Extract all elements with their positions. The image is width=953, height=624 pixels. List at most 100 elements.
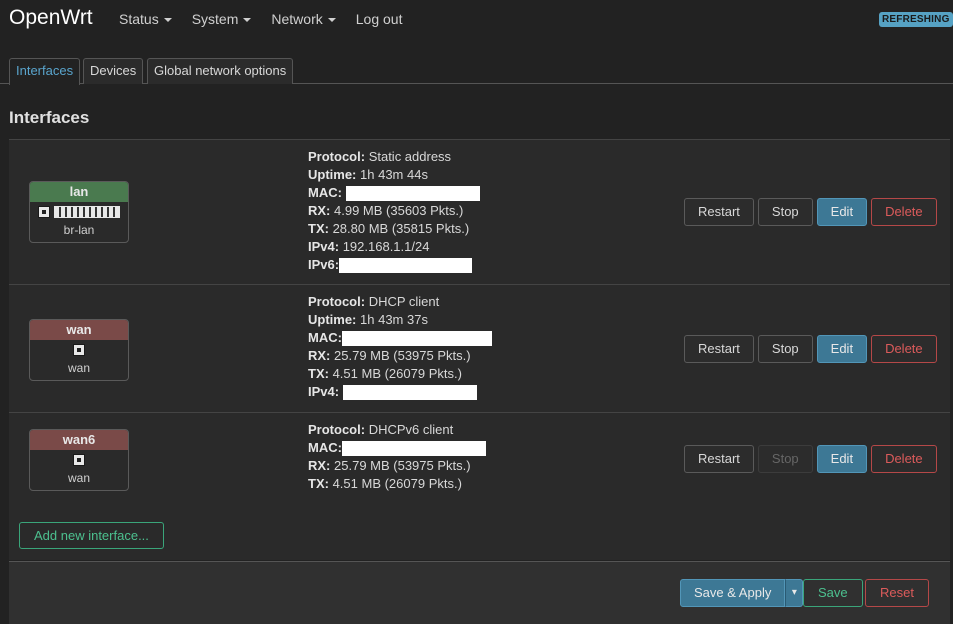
protocol-value: DHCP client (368, 294, 440, 309)
mac-label: MAC: (308, 185, 342, 200)
stop-button: Stop (757, 445, 813, 473)
nav-logout-label: Log out (355, 11, 403, 27)
rx-label: RX: (308, 458, 331, 473)
interface-info-wan: Protocol: DHCP client Uptime: 1h 43m 37s… (308, 293, 492, 401)
rx-label: RX: (308, 348, 331, 363)
delete-button[interactable]: Delete (871, 335, 937, 363)
edit-button[interactable]: Edit (816, 335, 868, 363)
rx-value: 25.79 MB (53975 Pkts.) (334, 458, 471, 473)
mac-redacted (345, 186, 480, 202)
interface-row-wan6: wan6 wan Protocol: DHCPv6 client MAC: RX… (9, 414, 950, 513)
save-apply-group: Save & Apply ▾ (680, 579, 804, 607)
tx-value: 28.80 MB (35815 Pkts.) (332, 221, 470, 236)
tab-devices[interactable]: Devices (83, 58, 144, 84)
interface-badge-body: wan (30, 340, 128, 375)
reset-button[interactable]: Reset (865, 579, 929, 607)
protocol-label: Protocol: (308, 149, 366, 164)
nav-logout[interactable]: Log out (356, 11, 403, 27)
uptime-value: 1h 43m 44s (360, 167, 428, 182)
ipv4-label: IPv4: (308, 239, 340, 254)
rx-label: RX: (308, 203, 331, 218)
interface-badge-body: wan (30, 450, 128, 485)
interfaces-table: lan br-lan Protocol: Static address Upti… (9, 139, 950, 560)
edit-button[interactable]: Edit (816, 445, 868, 473)
interface-icons (30, 454, 128, 469)
nav-system[interactable]: System (192, 11, 252, 27)
caret-down-icon (163, 18, 172, 22)
interface-device: br-lan (63, 223, 95, 237)
bridge-icon (54, 206, 120, 218)
tx-value: 4.51 MB (26079 Pkts.) (332, 476, 462, 491)
mac-redacted (341, 331, 492, 347)
restart-button[interactable]: Restart (684, 335, 754, 363)
mac-label: MAC: (308, 330, 342, 345)
nav-network-label: Network (271, 11, 323, 27)
tx-label: TX: (308, 476, 329, 491)
interface-name: wan6 (30, 430, 128, 450)
nav-network[interactable]: Network (271, 11, 336, 27)
nav-status-label: Status (119, 11, 159, 27)
protocol-value: DHCPv6 client (368, 422, 454, 437)
nav-system-label: System (191, 11, 239, 27)
tx-label: TX: (308, 221, 329, 236)
edit-button[interactable]: Edit (816, 198, 868, 226)
ethernet-port-icon (38, 206, 50, 218)
uptime-label: Uptime: (308, 312, 357, 327)
top-navbar: OpenWrt Status System Network Log out RE… (0, 0, 953, 40)
save-button[interactable]: Save (803, 579, 863, 607)
interface-actions-wan: Restart Stop Edit Delete (684, 335, 941, 363)
interface-badge-lan: lan br-lan (29, 181, 129, 243)
section-title: Interfaces (9, 108, 90, 127)
ipv6-redacted (339, 258, 473, 274)
refreshing-badge[interactable]: REFRESHING (879, 12, 953, 27)
stop-button[interactable]: Stop (757, 198, 813, 226)
interface-info-lan: Protocol: Static address Uptime: 1h 43m … (308, 148, 480, 274)
ethernet-port-icon (73, 454, 85, 466)
tab-bar: Interfaces Devices Global network option… (0, 58, 953, 85)
brand-logo[interactable]: OpenWrt (9, 6, 93, 30)
delete-button[interactable]: Delete (871, 198, 937, 226)
uptime-label: Uptime: (308, 167, 357, 182)
interface-info-wan6: Protocol: DHCPv6 client MAC: RX: 25.79 M… (308, 421, 486, 493)
interface-device: wan (67, 361, 90, 375)
delete-button[interactable]: Delete (871, 445, 937, 473)
interface-device: wan (67, 471, 90, 485)
ethernet-port-icon (73, 344, 85, 356)
ipv4-label: IPv4: (308, 384, 340, 399)
rx-value: 4.99 MB (35603 Pkts.) (334, 203, 464, 218)
caret-down-icon (327, 18, 336, 22)
tab-interfaces[interactable]: Interfaces (9, 58, 81, 85)
restart-button[interactable]: Restart (684, 445, 754, 473)
interface-badge-body: br-lan (30, 202, 128, 237)
interface-row-lan: lan br-lan Protocol: Static address Upti… (9, 140, 950, 285)
save-apply-button[interactable]: Save & Apply (680, 579, 786, 607)
caret-down-icon (243, 18, 252, 22)
mac-label: MAC: (308, 440, 342, 455)
save-apply-dropdown-button[interactable]: ▾ (785, 579, 804, 607)
protocol-label: Protocol: (308, 422, 366, 437)
interface-badge-wan6: wan6 wan (29, 429, 129, 491)
tab-global-network-options[interactable]: Global network options (147, 58, 294, 84)
interface-row-wan: wan wan Protocol: DHCP client Uptime: 1h… (9, 286, 950, 413)
protocol-label: Protocol: (308, 294, 366, 309)
ipv6-label: IPv6: (308, 257, 340, 272)
stop-button[interactable]: Stop (757, 335, 813, 363)
interface-icons (30, 344, 128, 359)
mac-redacted (341, 441, 486, 457)
nav-status[interactable]: Status (119, 11, 172, 27)
add-interface-button[interactable]: Add new interface... (19, 522, 164, 549)
protocol-value: Static address (368, 149, 452, 164)
interface-name: wan (30, 320, 128, 340)
tx-label: TX: (308, 366, 329, 381)
ipv4-value: 192.168.1.1/24 (342, 239, 430, 254)
interface-name: lan (30, 182, 128, 202)
interface-actions-lan: Restart Stop Edit Delete (684, 198, 941, 226)
ipv4-redacted (342, 385, 477, 401)
tx-value: 4.51 MB (26079 Pkts.) (332, 366, 462, 381)
restart-button[interactable]: Restart (684, 198, 754, 226)
rx-value: 25.79 MB (53975 Pkts.) (334, 348, 471, 363)
interface-actions-wan6: Restart Stop Edit Delete (684, 445, 941, 473)
footer-actions: Save & Apply ▾ Save Reset (9, 561, 950, 624)
interface-icons (30, 206, 128, 221)
main-nav: Status System Network Log out (119, 11, 422, 27)
